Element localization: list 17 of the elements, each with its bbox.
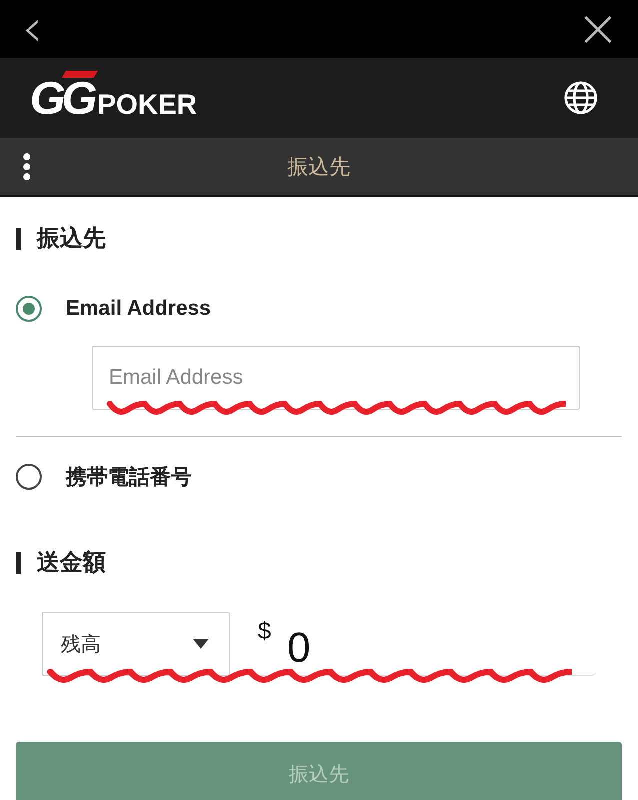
heading-marker xyxy=(16,552,21,574)
heading-marker xyxy=(16,228,21,250)
section-heading: 振込先 xyxy=(37,224,106,253)
balance-dropdown[interactable]: 残高 xyxy=(42,612,230,676)
caret-icon xyxy=(193,639,209,649)
amount-field[interactable]: $ 0 xyxy=(248,612,596,676)
email-field[interactable]: Email Address xyxy=(92,346,580,410)
globe-icon[interactable] xyxy=(564,81,598,115)
page-title: 振込先 xyxy=(288,154,350,180)
more-menu-icon[interactable] xyxy=(22,153,32,181)
radio-button[interactable] xyxy=(16,464,42,490)
section-heading: 送金額 xyxy=(37,548,106,577)
option-label: Email Address xyxy=(66,297,212,321)
close-button[interactable]: × xyxy=(576,3,620,55)
radio-button[interactable] xyxy=(16,296,42,322)
back-button[interactable]: ‹ xyxy=(22,3,43,55)
option-label: 携帯電話番号 xyxy=(66,465,192,491)
